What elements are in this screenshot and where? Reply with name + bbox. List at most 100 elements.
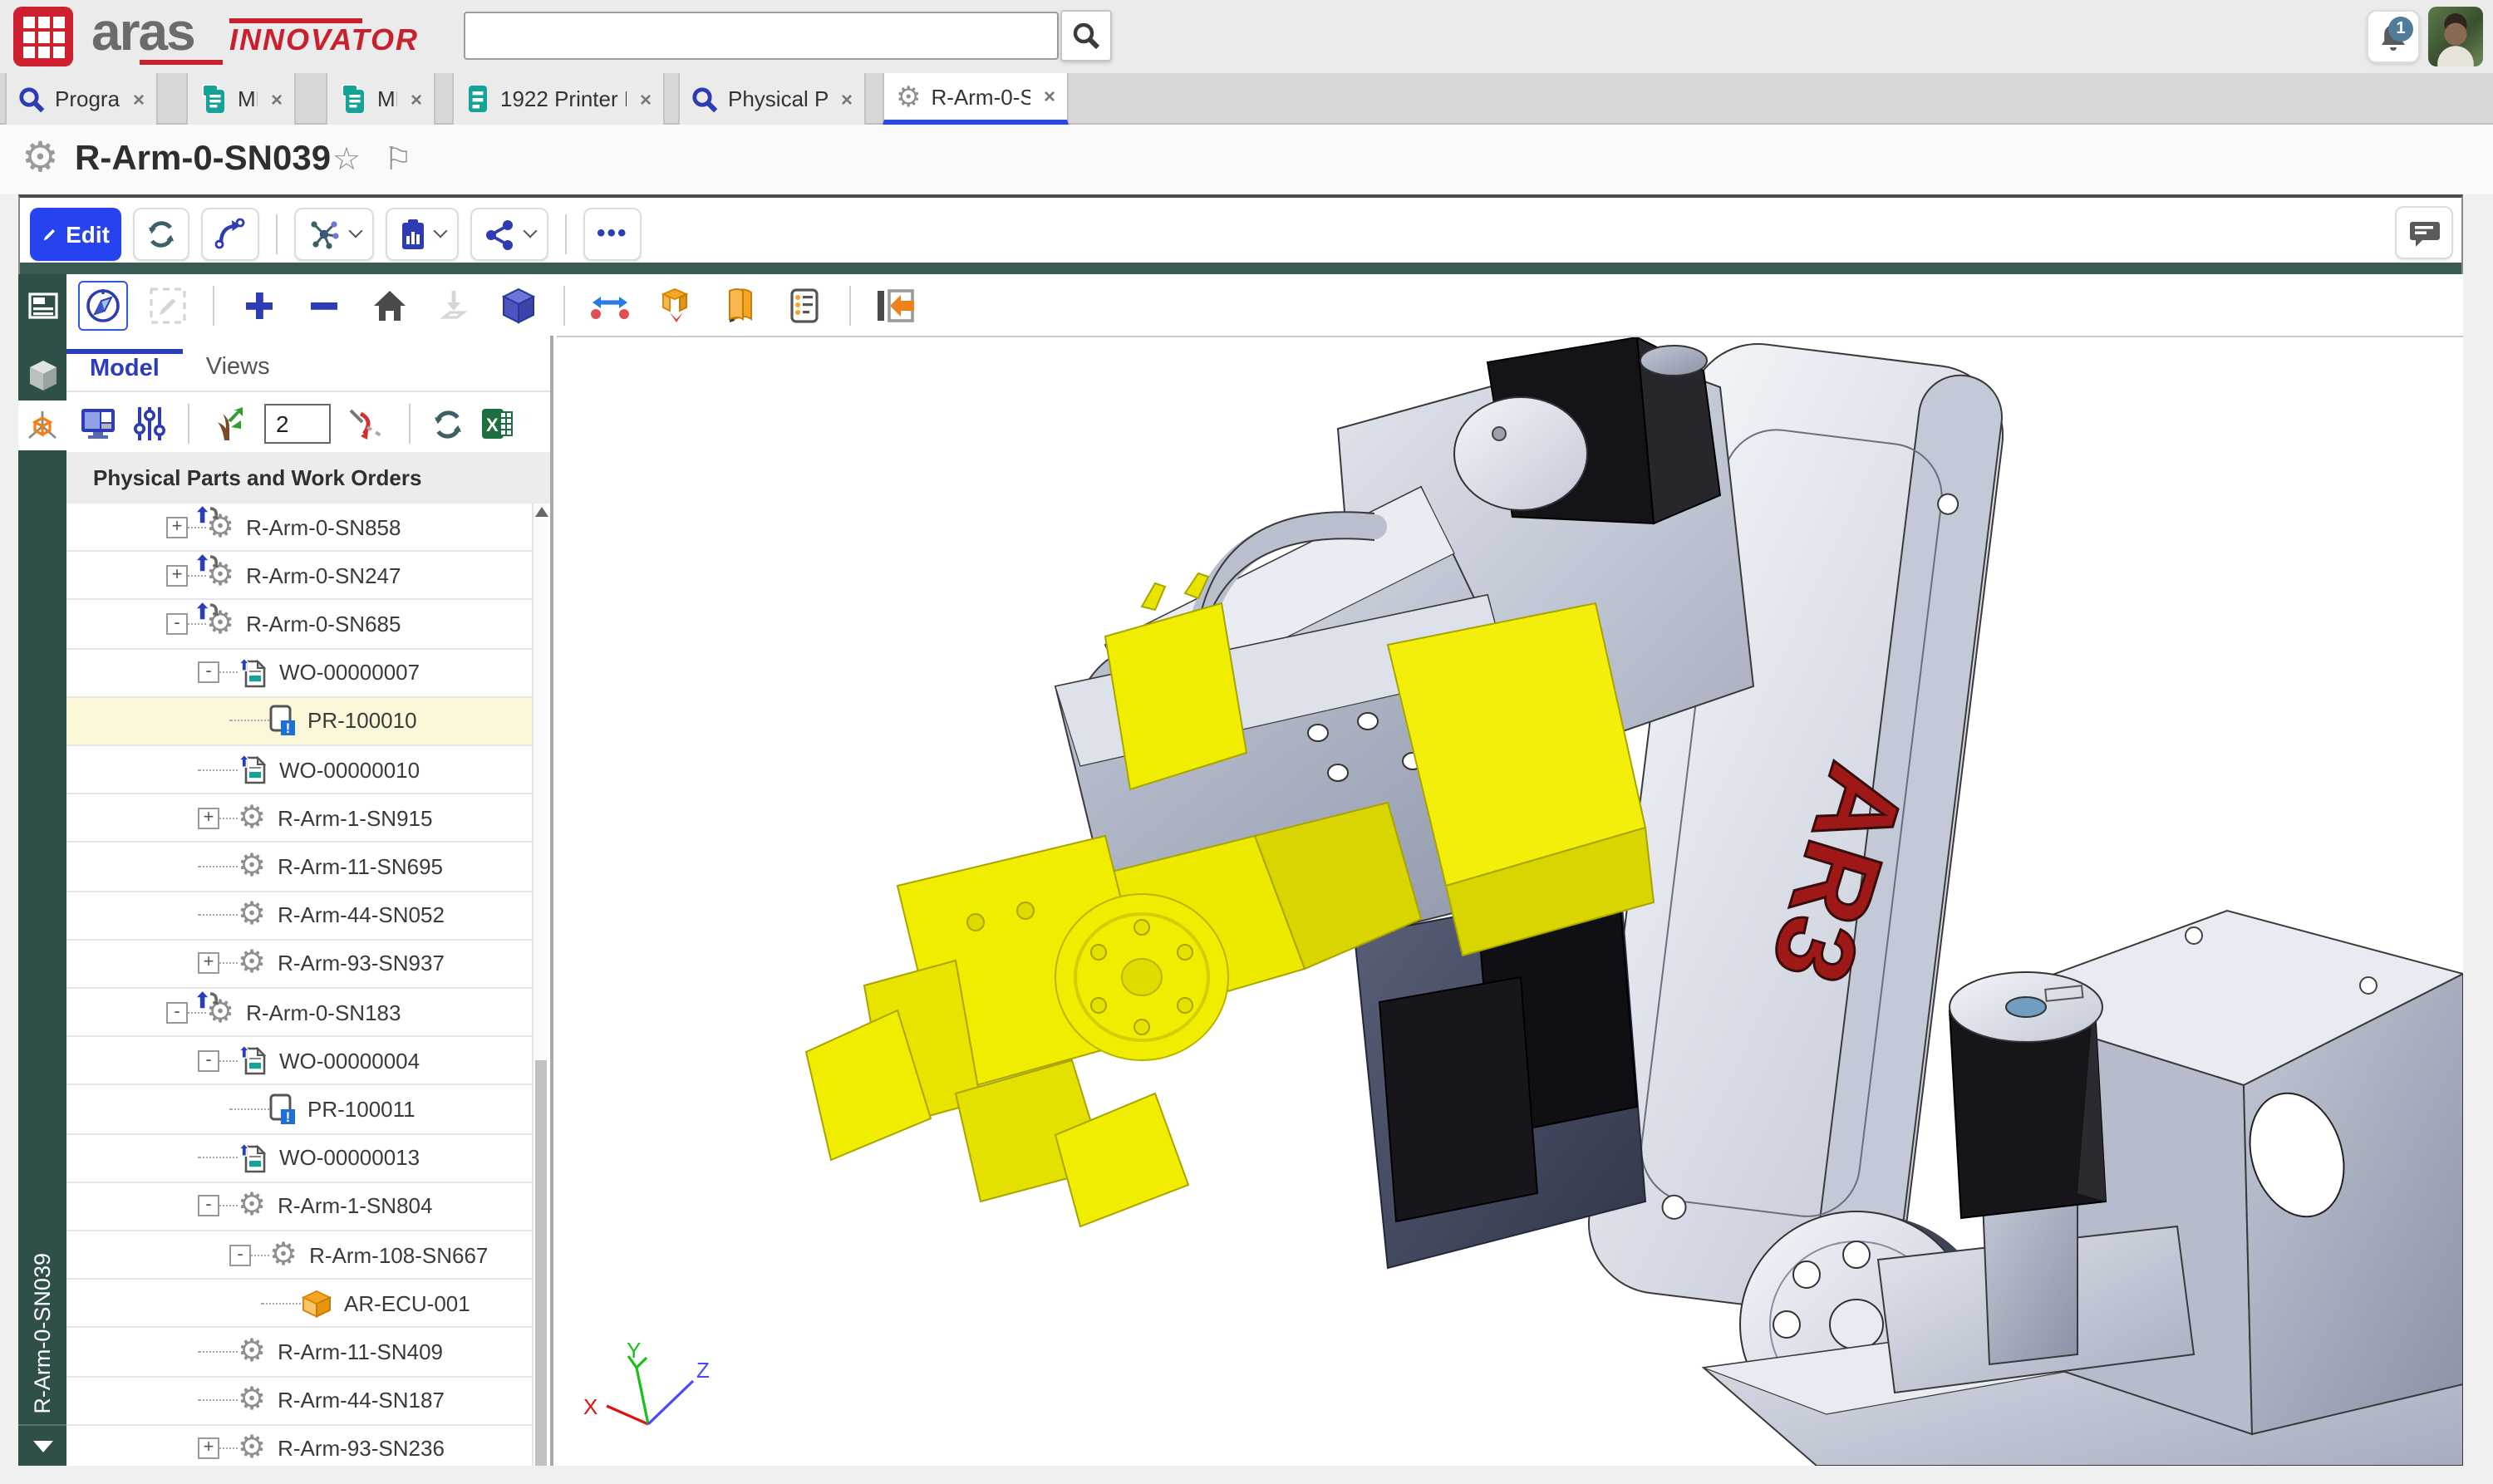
tab-r-arm-0-sn039[interactable]: ⚙ R-Arm-0-SN039 × (883, 73, 1069, 125)
aras-logo-text: aras (91, 2, 194, 63)
chevron-down-icon (434, 224, 448, 238)
collapse-icon[interactable]: - (198, 661, 219, 683)
tree-row-r-arm-44-sn052[interactable]: ⚙R-Arm-44-SN052 (66, 892, 532, 940)
follow-flag-icon[interactable]: ⚐ (384, 141, 412, 179)
tree-row-r-arm-93-sn236[interactable]: +⚙R-Arm-93-SN236 (66, 1426, 532, 1466)
edit-button[interactable]: Edit (30, 207, 121, 260)
tree-row-r-arm-0-sn247[interactable]: +⚙R-Arm-0-SN247 (66, 552, 532, 600)
tree-row-r-arm-0-sn685[interactable]: -⚙R-Arm-0-SN685 (66, 601, 532, 649)
search-icon (1072, 22, 1100, 50)
tree-row-wo-00000013[interactable]: WO-00000013 (66, 1134, 532, 1182)
user-avatar[interactable] (2428, 7, 2483, 66)
tree-row-r-arm-11-sn695[interactable]: ⚙R-Arm-11-SN695 (66, 843, 532, 892)
expand-icon[interactable]: + (198, 808, 219, 829)
form-view-button[interactable] (18, 281, 66, 331)
notes-button[interactable] (779, 280, 829, 330)
measure-button[interactable] (585, 280, 635, 330)
panel-tab-model[interactable]: Model (66, 349, 183, 391)
tree-row-ar-ecu-001[interactable]: AR-ECU-001 (66, 1280, 532, 1328)
tab-1922-printer-mo-[interactable]: 1922 Printer Mo... × (452, 73, 665, 125)
tree-depth-input[interactable] (264, 404, 331, 444)
import-view-button[interactable] (429, 280, 479, 330)
share-dropdown-button[interactable] (470, 207, 548, 260)
tab-mp001[interactable]: MP001 × (326, 73, 435, 125)
panel-tab-views[interactable]: Views (183, 349, 293, 391)
search-button[interactable] (1060, 10, 1112, 61)
tree-row-r-arm-108-sn667[interactable]: -⚙R-Arm-108-SN667 (66, 1231, 532, 1280)
tree-rows: +⚙R-Arm-0-SN858+⚙R-Arm-0-SN247-⚙R-Arm-0-… (66, 504, 550, 1466)
tree-row-wo-00000004[interactable]: -WO-00000004 (66, 1037, 532, 1085)
comments-button[interactable] (2395, 206, 2453, 259)
home-view-button[interactable] (364, 280, 414, 330)
global-search-input[interactable] (464, 12, 1059, 60)
model-view-button[interactable] (18, 400, 66, 450)
markup-button[interactable] (143, 280, 193, 330)
section-button[interactable] (715, 280, 765, 330)
tab-programs[interactable]: Programs × (5, 73, 158, 125)
tree-row-r-arm-44-sn187[interactable]: ⚙R-Arm-44-SN187 (66, 1377, 532, 1425)
export-excel-button[interactable]: X (480, 407, 514, 440)
tree-row-r-arm-1-sn804[interactable]: -⚙R-Arm-1-SN804 (66, 1183, 532, 1231)
expand-icon[interactable]: + (166, 516, 188, 538)
tab-close-icon[interactable]: × (133, 87, 145, 111)
reports-dropdown-button[interactable] (386, 207, 459, 260)
comment-bubble-icon (2408, 218, 2440, 248)
tree-row-pr-100010[interactable]: !PR-100010 (66, 698, 532, 746)
tab-close-icon[interactable]: × (640, 87, 652, 111)
cad-view-button[interactable] (18, 351, 66, 400)
gear-icon: ⚙ (238, 851, 266, 882)
tree-row-wo-00000010[interactable]: WO-00000010 (66, 746, 532, 794)
gear-icon: ⚙ (238, 899, 266, 931)
tree-scrollbar[interactable] (532, 504, 547, 1466)
import-icon (437, 288, 470, 322)
scrollbar-thumb[interactable] (535, 1060, 547, 1466)
notifications-button[interactable]: 1 (2367, 10, 2420, 63)
scroll-up-arrow-icon[interactable] (535, 507, 548, 517)
3d-viewport[interactable]: AR3 (557, 336, 2463, 1466)
display-settings-button[interactable] (80, 407, 116, 440)
tree-row-wo-00000007[interactable]: -WO-00000007 (66, 649, 532, 697)
3d-model-robot-arm[interactable]: AR3 (557, 337, 2463, 1466)
tree-row-r-arm-11-sn409[interactable]: ⚙R-Arm-11-SN409 (66, 1329, 532, 1377)
promote-button[interactable] (201, 207, 259, 260)
collapse-icon[interactable]: - (198, 1196, 219, 1217)
tab-close-icon[interactable]: × (411, 87, 422, 111)
refresh-button[interactable] (133, 207, 189, 260)
problem-report-icon: ! (269, 705, 296, 737)
expand-icon[interactable]: + (198, 1438, 219, 1460)
structure-dropdown-button[interactable] (294, 207, 374, 260)
zoom-in-button[interactable] (234, 280, 284, 330)
app-launcher-icon[interactable] (13, 7, 73, 66)
filters-button[interactable] (133, 405, 166, 442)
view-cube-button[interactable] (494, 280, 543, 330)
tree-row-r-arm-0-sn858[interactable]: +⚙R-Arm-0-SN858 (66, 504, 532, 552)
expand-icon[interactable]: + (198, 953, 219, 975)
context-item-vertical-label: R-Arm-0-SN039 (18, 1251, 66, 1414)
expand-tree-button[interactable] (211, 405, 248, 442)
tree-row-r-arm-0-sn183[interactable]: -⚙R-Arm-0-SN183 (66, 989, 532, 1037)
tab-close-icon[interactable]: × (841, 87, 853, 111)
collapse-icon[interactable]: - (166, 1001, 188, 1023)
collapse-icon[interactable]: - (229, 1244, 251, 1265)
collapse-icon[interactable]: - (198, 1050, 219, 1072)
favorite-star-icon[interactable]: ☆ (332, 141, 361, 179)
tree-row-r-arm-1-sn915[interactable]: +⚙R-Arm-1-SN915 (66, 794, 532, 843)
home-icon (371, 288, 406, 322)
tab-close-icon[interactable]: × (1044, 85, 1055, 108)
tree-row-r-arm-93-sn937[interactable]: +⚙R-Arm-93-SN937 (66, 941, 532, 989)
explode-button[interactable] (650, 280, 700, 330)
refresh-tree-button[interactable] (432, 408, 464, 440)
collapse-tree-button[interactable] (347, 407, 387, 440)
tab-close-icon[interactable]: × (271, 87, 283, 111)
collapse-icon[interactable]: - (166, 613, 188, 635)
pan-orbit-button[interactable] (78, 280, 128, 330)
more-actions-button[interactable]: ••• (583, 207, 642, 260)
tab-physical-parts[interactable]: Physical Parts × (678, 73, 866, 125)
tab-mp002[interactable]: MP002 × (186, 73, 296, 125)
zoom-out-button[interactable] (299, 280, 349, 330)
tree-row-pr-100011[interactable]: !PR-100011 (66, 1086, 532, 1134)
close-panel-button[interactable] (871, 280, 921, 330)
expand-icon[interactable]: + (166, 565, 188, 587)
strip-collapse-button[interactable] (18, 1424, 66, 1466)
version-arrows-icon (194, 552, 219, 573)
